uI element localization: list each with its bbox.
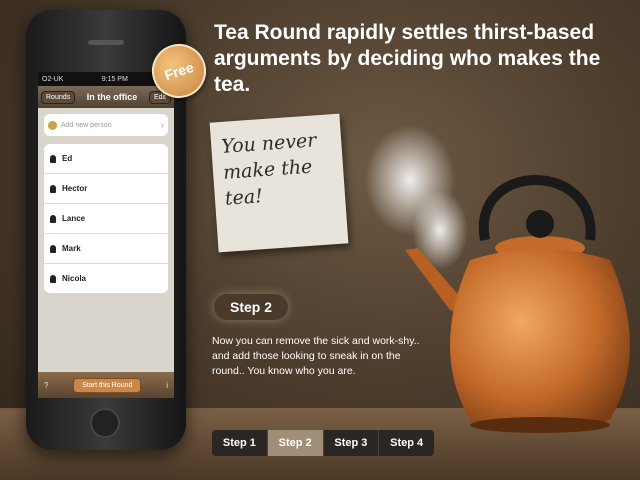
list-item[interactable]: Lance: [44, 204, 168, 234]
rounds-button[interactable]: Rounds: [41, 90, 76, 104]
list-item[interactable]: Mark: [44, 234, 168, 264]
person-icon: [50, 214, 56, 223]
add-person-row[interactable]: Add new person ›: [44, 114, 168, 136]
add-icon: [48, 120, 57, 130]
add-person-label: Add new person: [61, 121, 112, 129]
person-name: Nicola: [62, 274, 87, 283]
step-2-tab[interactable]: Step 2: [267, 430, 324, 456]
step-3-tab[interactable]: Step 3: [324, 430, 380, 456]
person-icon: [50, 184, 56, 193]
list-item[interactable]: Ed: [44, 144, 168, 174]
headline: Tea Round rapidly settles thirst-based a…: [214, 21, 601, 96]
person-name: Mark: [62, 244, 81, 253]
chevron-right-icon: ›: [161, 120, 164, 130]
list-item[interactable]: Nicola: [44, 264, 168, 293]
home-button[interactable]: [90, 408, 120, 438]
person-icon: [50, 154, 56, 163]
help-icon[interactable]: ?: [44, 381, 48, 390]
kettle-illustration: [365, 125, 630, 433]
free-label: Free: [162, 58, 196, 84]
bottom-toolbar: ? Start this Round i: [38, 372, 174, 398]
nav-bar: Rounds In the office Edit: [38, 86, 174, 108]
person-name: Ed: [62, 154, 73, 163]
person-icon: [50, 244, 56, 253]
step-navigation: Step 1 Step 2 Step 3 Step 4: [212, 430, 434, 456]
sticky-note: You never make the tea!: [209, 113, 349, 253]
person-name: Lance: [62, 214, 86, 223]
person-name: Hector: [62, 184, 88, 193]
note-text: You never make the tea!: [220, 127, 320, 211]
info-icon[interactable]: i: [166, 381, 168, 390]
nav-title: In the office: [86, 92, 138, 102]
people-list: Ed Hector Lance Mark Nicola: [44, 144, 168, 293]
step-description: Now you can remove the sick and work-shy…: [212, 335, 420, 377]
status-time: 9:15 PM: [101, 75, 128, 83]
kettle-body: [450, 249, 630, 430]
list-item[interactable]: Hector: [44, 174, 168, 204]
person-icon: [50, 274, 56, 283]
note-line: tea!: [224, 185, 264, 210]
step-1-tab[interactable]: Step 1: [212, 430, 268, 456]
start-round-button[interactable]: Start this Round: [73, 377, 142, 393]
phone-speaker: [88, 40, 124, 45]
kettle-base: [470, 417, 610, 433]
phone-screen: O2-UK 9:15 PM ▮ Rounds In the office Edi…: [38, 72, 174, 398]
step-4-tab[interactable]: Step 4: [379, 430, 434, 456]
step-badge: Step 2: [214, 294, 288, 320]
kettle-knob: [526, 210, 554, 238]
carrier-label: O2-UK: [42, 75, 64, 83]
